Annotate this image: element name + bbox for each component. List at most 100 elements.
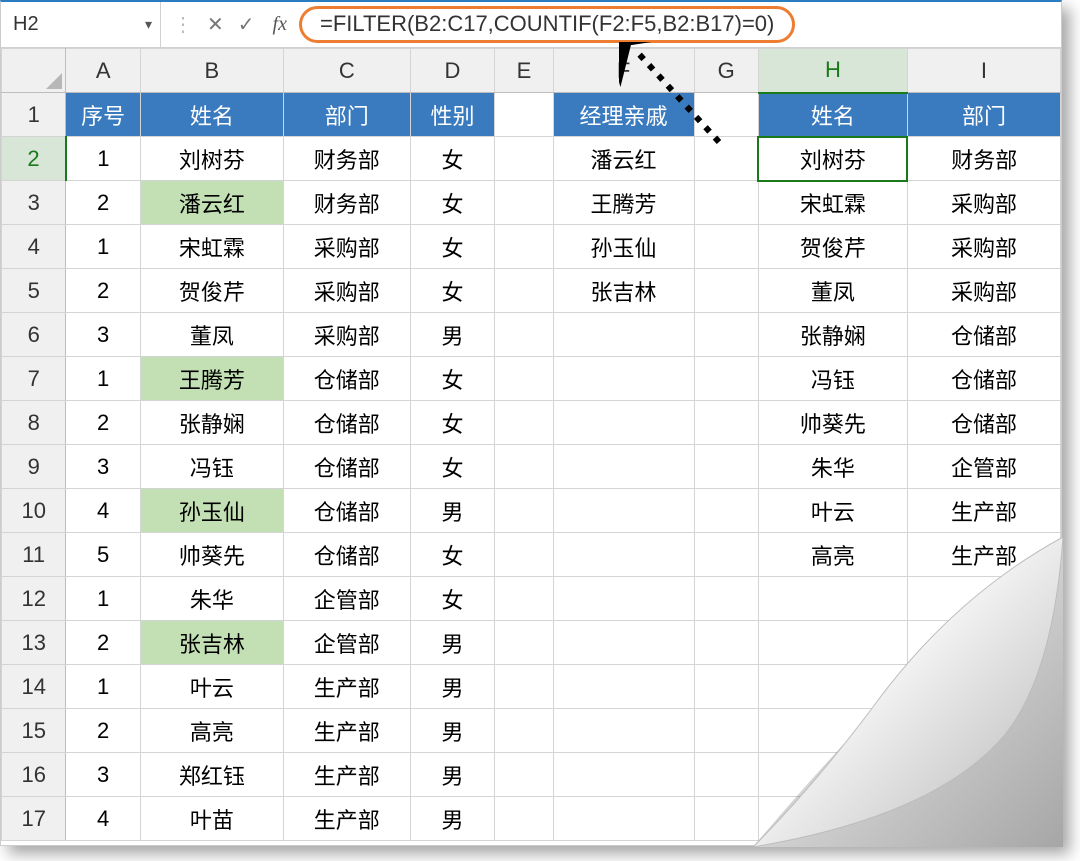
cell-G13[interactable] <box>694 621 758 665</box>
column-header-B[interactable]: B <box>140 49 283 93</box>
row-header-10[interactable]: 10 <box>2 489 66 533</box>
cell-A15[interactable]: 2 <box>66 709 140 753</box>
cell-B9[interactable]: 冯钰 <box>140 445 283 489</box>
worksheet[interactable]: ABCDEFGHI 1序号姓名部门性别经理亲戚姓名部门21刘树芬财务部女潘云红刘… <box>1 48 1061 845</box>
cell-G1[interactable] <box>694 93 758 137</box>
row-header-13[interactable]: 13 <box>2 621 66 665</box>
cell-I10[interactable]: 生产部 <box>907 489 1060 533</box>
cell-A11[interactable]: 5 <box>66 533 140 577</box>
column-header-C[interactable]: C <box>283 49 410 93</box>
cell-B15[interactable]: 高亮 <box>140 709 283 753</box>
column-header-A[interactable]: A <box>66 49 140 93</box>
cell-B13[interactable]: 张吉林 <box>140 621 283 665</box>
cell-B7[interactable]: 王腾芳 <box>140 357 283 401</box>
row-header-8[interactable]: 8 <box>2 401 66 445</box>
cell-A13[interactable]: 2 <box>66 621 140 665</box>
cell-A16[interactable]: 3 <box>66 753 140 797</box>
cell-B17[interactable]: 叶苗 <box>140 797 283 841</box>
cell-C10[interactable]: 仓储部 <box>283 489 410 533</box>
cell-H6[interactable]: 张静娴 <box>758 313 907 357</box>
cell-G7[interactable] <box>694 357 758 401</box>
cell-F12[interactable] <box>553 577 694 621</box>
cell-F9[interactable] <box>553 445 694 489</box>
cell-I5[interactable]: 采购部 <box>907 269 1060 313</box>
cell-F6[interactable] <box>553 313 694 357</box>
cell-A14[interactable]: 1 <box>66 665 140 709</box>
cell-C9[interactable]: 仓储部 <box>283 445 410 489</box>
cell-I9[interactable]: 企管部 <box>907 445 1060 489</box>
cell-H5[interactable]: 董凤 <box>758 269 907 313</box>
cell-F14[interactable] <box>553 665 694 709</box>
cell-F8[interactable] <box>553 401 694 445</box>
cell-F10[interactable] <box>553 489 694 533</box>
row-header-17[interactable]: 17 <box>2 797 66 841</box>
cell-G11[interactable] <box>694 533 758 577</box>
cell-B2[interactable]: 刘树芬 <box>140 137 283 181</box>
cell-I16[interactable] <box>907 753 1060 797</box>
cell-D8[interactable]: 女 <box>410 401 495 445</box>
cell-I14[interactable] <box>907 665 1060 709</box>
cell-I6[interactable]: 仓储部 <box>907 313 1060 357</box>
row-header-5[interactable]: 5 <box>2 269 66 313</box>
cell-A2[interactable]: 1 <box>66 137 140 181</box>
cell-G4[interactable] <box>694 225 758 269</box>
cell-I1[interactable]: 部门 <box>907 93 1060 137</box>
cell-A3[interactable]: 2 <box>66 181 140 225</box>
cell-C15[interactable]: 生产部 <box>283 709 410 753</box>
cell-H2[interactable]: 刘树芬 <box>758 137 907 181</box>
cell-B11[interactable]: 帅葵先 <box>140 533 283 577</box>
cell-I13[interactable] <box>907 621 1060 665</box>
cell-G14[interactable] <box>694 665 758 709</box>
cell-F16[interactable] <box>553 753 694 797</box>
cell-G15[interactable] <box>694 709 758 753</box>
cell-E11[interactable] <box>495 533 553 577</box>
cell-G16[interactable] <box>694 753 758 797</box>
cell-H8[interactable]: 帅葵先 <box>758 401 907 445</box>
row-header-3[interactable]: 3 <box>2 181 66 225</box>
cell-G8[interactable] <box>694 401 758 445</box>
select-all-corner[interactable] <box>2 49 66 93</box>
cell-E7[interactable] <box>495 357 553 401</box>
cell-C5[interactable]: 采购部 <box>283 269 410 313</box>
cell-G3[interactable] <box>694 181 758 225</box>
cell-H3[interactable]: 宋虹霖 <box>758 181 907 225</box>
cell-D13[interactable]: 男 <box>410 621 495 665</box>
cell-D3[interactable]: 女 <box>410 181 495 225</box>
column-header-D[interactable]: D <box>410 49 495 93</box>
row-header-15[interactable]: 15 <box>2 709 66 753</box>
row-header-12[interactable]: 12 <box>2 577 66 621</box>
cell-B3[interactable]: 潘云红 <box>140 181 283 225</box>
column-header-G[interactable]: G <box>694 49 758 93</box>
cell-D6[interactable]: 男 <box>410 313 495 357</box>
cell-D11[interactable]: 女 <box>410 533 495 577</box>
cell-E15[interactable] <box>495 709 553 753</box>
cell-C7[interactable]: 仓储部 <box>283 357 410 401</box>
row-header-7[interactable]: 7 <box>2 357 66 401</box>
cell-E2[interactable] <box>495 137 553 181</box>
column-header-I[interactable]: I <box>907 49 1060 93</box>
cell-F4[interactable]: 孙玉仙 <box>553 225 694 269</box>
cell-E6[interactable] <box>495 313 553 357</box>
cell-D1[interactable]: 性别 <box>410 93 495 137</box>
row-header-1[interactable]: 1 <box>2 93 66 137</box>
cell-D15[interactable]: 男 <box>410 709 495 753</box>
cell-I12[interactable] <box>907 577 1060 621</box>
cell-C11[interactable]: 仓储部 <box>283 533 410 577</box>
cell-G2[interactable] <box>694 137 758 181</box>
cell-H10[interactable]: 叶云 <box>758 489 907 533</box>
row-header-4[interactable]: 4 <box>2 225 66 269</box>
cell-D17[interactable]: 男 <box>410 797 495 841</box>
cell-B8[interactable]: 张静娴 <box>140 401 283 445</box>
cell-F17[interactable] <box>553 797 694 841</box>
cell-C3[interactable]: 财务部 <box>283 181 410 225</box>
cell-H9[interactable]: 朱华 <box>758 445 907 489</box>
cell-I4[interactable]: 采购部 <box>907 225 1060 269</box>
cell-A12[interactable]: 1 <box>66 577 140 621</box>
cell-F15[interactable] <box>553 709 694 753</box>
cell-A10[interactable]: 4 <box>66 489 140 533</box>
cell-E3[interactable] <box>495 181 553 225</box>
cancel-formula-icon[interactable]: ✕ <box>207 12 224 37</box>
cell-B1[interactable]: 姓名 <box>140 93 283 137</box>
cell-H13[interactable] <box>758 621 907 665</box>
cell-I2[interactable]: 财务部 <box>907 137 1060 181</box>
